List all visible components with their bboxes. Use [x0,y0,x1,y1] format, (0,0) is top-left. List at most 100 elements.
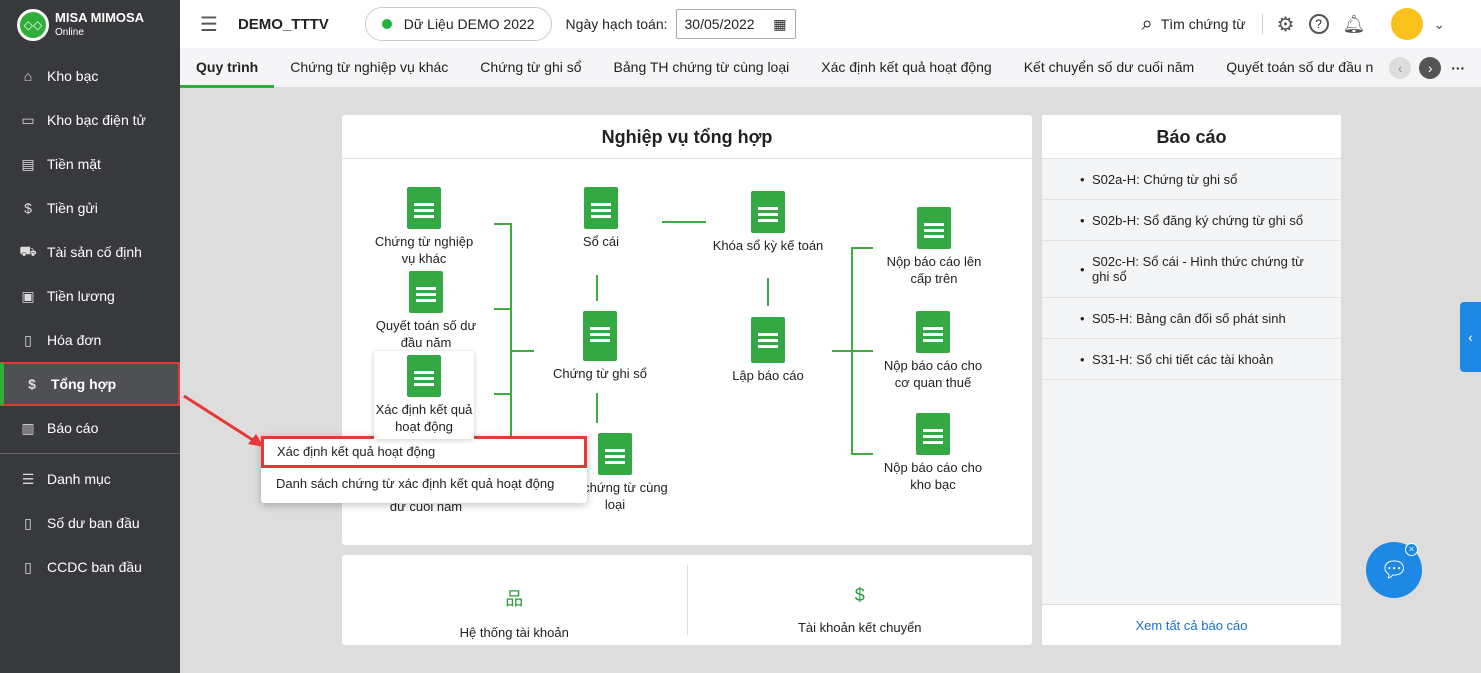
chevron-down-icon[interactable]: ⌄ [1433,16,1445,33]
sidebar-item-tien-gui[interactable]: $ Tiền gửi [0,186,180,230]
bank-icon: ⌂ [23,68,33,84]
label: Tài khoản kết chuyển [797,620,922,635]
node-label: Sổ cái [582,234,620,249]
report-item[interactable]: S02b-H: Sổ đăng ký chứng từ ghi sổ [1042,200,1341,241]
sidebar-item-so-du[interactable]: ▯ Số dư ban đầu [0,501,180,545]
calendar-icon[interactable]: ▦ [773,16,786,33]
sidebar-item-hoa-don[interactable]: ▯ Hóa đơn [0,318,180,362]
date-input[interactable]: 30/05/2022 ▦ [675,9,796,39]
scroll-left-button[interactable]: ‹ [1389,56,1412,79]
node-nop-kho-bac[interactable]: Nộp báo cáo cho kho bạc [878,413,988,493]
report-icon: ▥ [21,419,35,436]
node-label: Nộp báo cáo lên cấp trên [886,254,982,286]
node-label: Lập báo cáo [732,368,804,383]
annotation-arrow [183,394,264,447]
logo-icon: ◇◇ [17,9,49,41]
node-khoa-so[interactable]: Khóa sổ kỳ kế toán [708,191,828,254]
chart-of-accounts-button[interactable]: 品 Hệ thống tài khoản [342,565,688,640]
sidebar: ◇◇ MISA MIMOSA Online ⌂ Kho bạc ▭ Kho bạc đ… [0,0,180,673]
tax-doc-icon [916,311,950,353]
menu-item-xac-dinh-kq[interactable]: Xác định kết quả hoạt động [261,436,587,468]
sidebar-item-kho-bac-dien-tu[interactable]: ▭ Kho bạc điện tử [0,98,180,142]
ebank-icon: ▭ [21,111,35,128]
reports-title: Báo cáo [1042,115,1341,159]
sidebar-item-danh-muc[interactable]: ☰ Danh mục [0,457,180,501]
chart-doc-icon [598,433,632,475]
search-link[interactable]: Tìm chứng từ [1161,16,1246,32]
report-doc-icon [751,317,785,363]
report-item[interactable]: S31-H: Sổ chi tiết các tài khoản [1042,339,1341,380]
node-xac-dinh-kq[interactable]: Xác định kết quả hoạt động [374,351,474,439]
scroll-right-button[interactable]: › [1419,56,1442,79]
node-ct-nghiep-vu[interactable]: Chứng từ nghiệp vụ khác [369,187,479,267]
sidebar-item-ccdc[interactable]: ▯ CCDC ban đầu [0,545,180,589]
more-icon[interactable]: ··· [1451,60,1465,76]
date-value: 30/05/2022 [684,16,755,32]
status-dot-icon [381,19,392,29]
lock-book-icon [751,191,785,233]
node-quyet-toan[interactable]: Quyết toán số dư đầu năm [371,271,481,351]
flow-title: Nghiệp vụ tổng hợp [342,115,1032,159]
transfer-accounts-button[interactable]: $ Tài khoản kết chuyển [688,565,1033,635]
asset-icon: ⛟ [19,242,37,259]
menu-item-danh-sach[interactable]: Danh sách chứng từ xác định kết quả hoạt… [261,468,587,500]
report-item[interactable]: S05-H: Bảng cân đối số phát sinh [1042,298,1341,339]
tab-ct-nghiep-vu[interactable]: Chứng từ nghiệp vụ khác [274,48,464,88]
tab-xac-dinh-kq[interactable]: Xác định kết quả hoạt động [805,48,1007,88]
report-item[interactable]: S02a-H: Chứng từ ghi sổ [1042,159,1341,200]
node-label: Nộp báo cáo cho kho bạc [883,460,983,492]
search-icon[interactable]: ⌕ [1142,13,1153,36]
node-nop-cap-tren[interactable]: Nộp báo cáo lên cấp trên [879,207,989,287]
sidebar-item-tong-hop[interactable]: $ Tổng hợp [0,362,180,406]
company-name: DEMO_TTTV [237,15,329,33]
node-so-cai[interactable]: Sổ cái [546,187,656,250]
tab-bang-th[interactable]: Bảng TH chứng từ cùng loại [598,48,806,88]
label: Danh mục [47,471,111,487]
sidebar-item-tien-mat[interactable]: ▤ Tiền mặt [0,142,180,186]
ledger-icon [584,187,618,229]
side-panel-toggle[interactable]: ‹ [1460,302,1481,372]
reports-panel: Báo cáo S02a-H: Chứng từ ghi sổ S02b-H: … [1042,115,1341,645]
document-icon [407,355,441,397]
tab-quy-trinh[interactable]: Quy trình [180,48,275,88]
hierarchy-icon: 品 [505,589,524,609]
brand-sub: Online [55,27,84,38]
treasury-doc-icon [916,413,950,455]
bell-icon[interactable]: 🔔︎ [1343,14,1366,35]
logo[interactable]: ◇◇ MISA MIMOSA Online [0,0,180,50]
cash-icon: ▤ [21,155,35,172]
view-all-reports-link[interactable]: Xem tất cả báo cáo [1042,604,1341,645]
invoice-icon: ▯ [24,331,32,348]
sidebar-item-tai-san[interactable]: ⛟ Tài sản cố định [0,230,180,274]
shortcuts-card: 品 Hệ thống tài khoản $ Tài khoản kết chuyể… [342,555,1032,645]
node-label: Chứng từ nghiệp vụ khác [374,234,474,266]
label: Tổng hợp [51,376,117,392]
label: Kho bạc [47,68,99,84]
summary-icon: $ [28,376,36,392]
node-label: Nộp báo cáo cho cơ quan thuế [883,358,983,390]
tab-bar: Quy trình Chứng từ nghiệp vụ khác Chứng … [180,48,1481,88]
tab-ket-chuyen[interactable]: Kết chuyển số dư cuối năm [1008,48,1210,88]
doc-dollar-icon: $ [854,585,865,605]
sidebar-item-kho-bac[interactable]: ⌂ Kho bạc [0,54,180,98]
close-chat-icon[interactable]: × [1405,543,1418,556]
node-lap-bao-cao[interactable]: Lập báo cáo [713,317,823,384]
context-menu: Xác định kết quả hoạt động Danh sách chứ… [261,436,587,503]
sidebar-item-bao-cao[interactable]: ▥ Báo cáo [0,406,180,450]
tab-quyet-toan[interactable]: Quyết toán số dư đầu n [1210,48,1385,88]
divider [0,453,180,454]
node-ct-ghi-so[interactable]: Chứng từ ghi sổ [545,311,655,382]
label: Hóa đơn [47,332,102,348]
settings-icon[interactable]: ⚙ [1277,12,1295,37]
label: Tiền lương [47,288,115,304]
brand-name: MISA MIMOSA [55,10,145,25]
menu-icon[interactable]: ☰ [200,12,218,37]
deposit-icon: $ [24,200,32,216]
dataset-selector[interactable]: Dữ Liệu DEMO 2022 [364,7,552,41]
help-icon[interactable]: ? [1308,14,1329,34]
node-nop-thue[interactable]: Nộp báo cáo cho cơ quan thuế [878,311,988,391]
tab-ct-ghi-so[interactable]: Chứng từ ghi sổ [464,48,597,88]
avatar[interactable] [1391,8,1424,40]
sidebar-item-tien-luong[interactable]: ▣ Tiền lương [0,274,180,318]
report-item[interactable]: S02c-H: Sổ cái - Hình thức chứng từ ghi … [1042,241,1341,298]
